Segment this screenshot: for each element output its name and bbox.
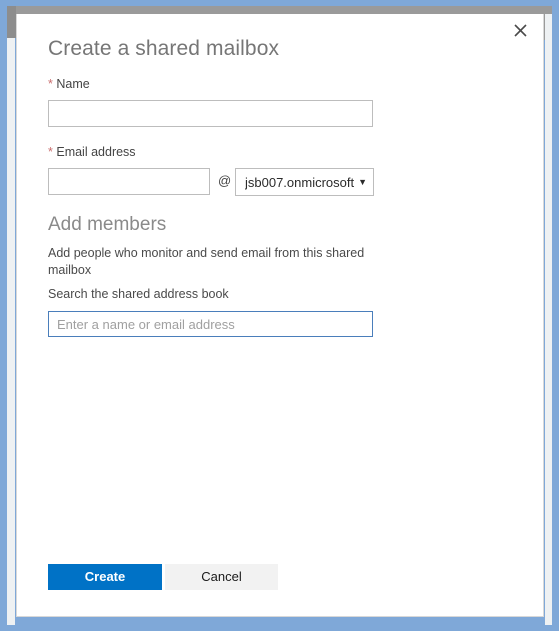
frame-edge-right <box>552 0 559 631</box>
close-icon[interactable] <box>507 17 533 43</box>
create-shared-mailbox-dialog: Create a shared mailbox * Name * Email a… <box>16 14 544 617</box>
add-members-description: Add people who monitor and send email fr… <box>48 246 365 277</box>
frame-gutter-right <box>545 6 552 625</box>
name-field-label: * Name <box>48 77 90 91</box>
cancel-button[interactable]: Cancel <box>165 564 278 590</box>
browser-frame: Create a shared mailbox * Name * Email a… <box>0 0 559 631</box>
name-label-text: Name <box>56 77 90 91</box>
frame-edge-bottom <box>0 623 559 631</box>
chevron-down-icon: ▼ <box>358 177 367 187</box>
horizontal-scrollbar[interactable] <box>15 6 552 14</box>
search-address-book-label: Search the shared address book <box>48 287 229 301</box>
email-domain-selected-value: jsb007.onmicrosoft.c <box>245 174 356 190</box>
email-local-part-input[interactable] <box>48 168 210 195</box>
dialog-action-bar: Create Cancel <box>48 564 278 590</box>
scrollbar-corner-left[interactable] <box>7 6 16 38</box>
frame-gutter-left <box>7 6 15 625</box>
create-button[interactable]: Create <box>48 564 162 590</box>
email-label-text: Email address <box>56 145 136 159</box>
frame-edge-left <box>0 0 7 631</box>
email-field-label: * Email address <box>48 145 136 159</box>
name-input[interactable] <box>48 100 373 127</box>
page-title: Create a shared mailbox <box>48 37 280 60</box>
email-domain-dropdown[interactable]: jsb007.onmicrosoft.c ▼ <box>235 168 374 196</box>
add-members-heading: Add members <box>48 214 167 235</box>
required-marker: * <box>48 145 53 159</box>
at-symbol: @ <box>218 173 232 188</box>
search-input[interactable] <box>48 311 373 337</box>
required-marker: * <box>48 77 53 91</box>
